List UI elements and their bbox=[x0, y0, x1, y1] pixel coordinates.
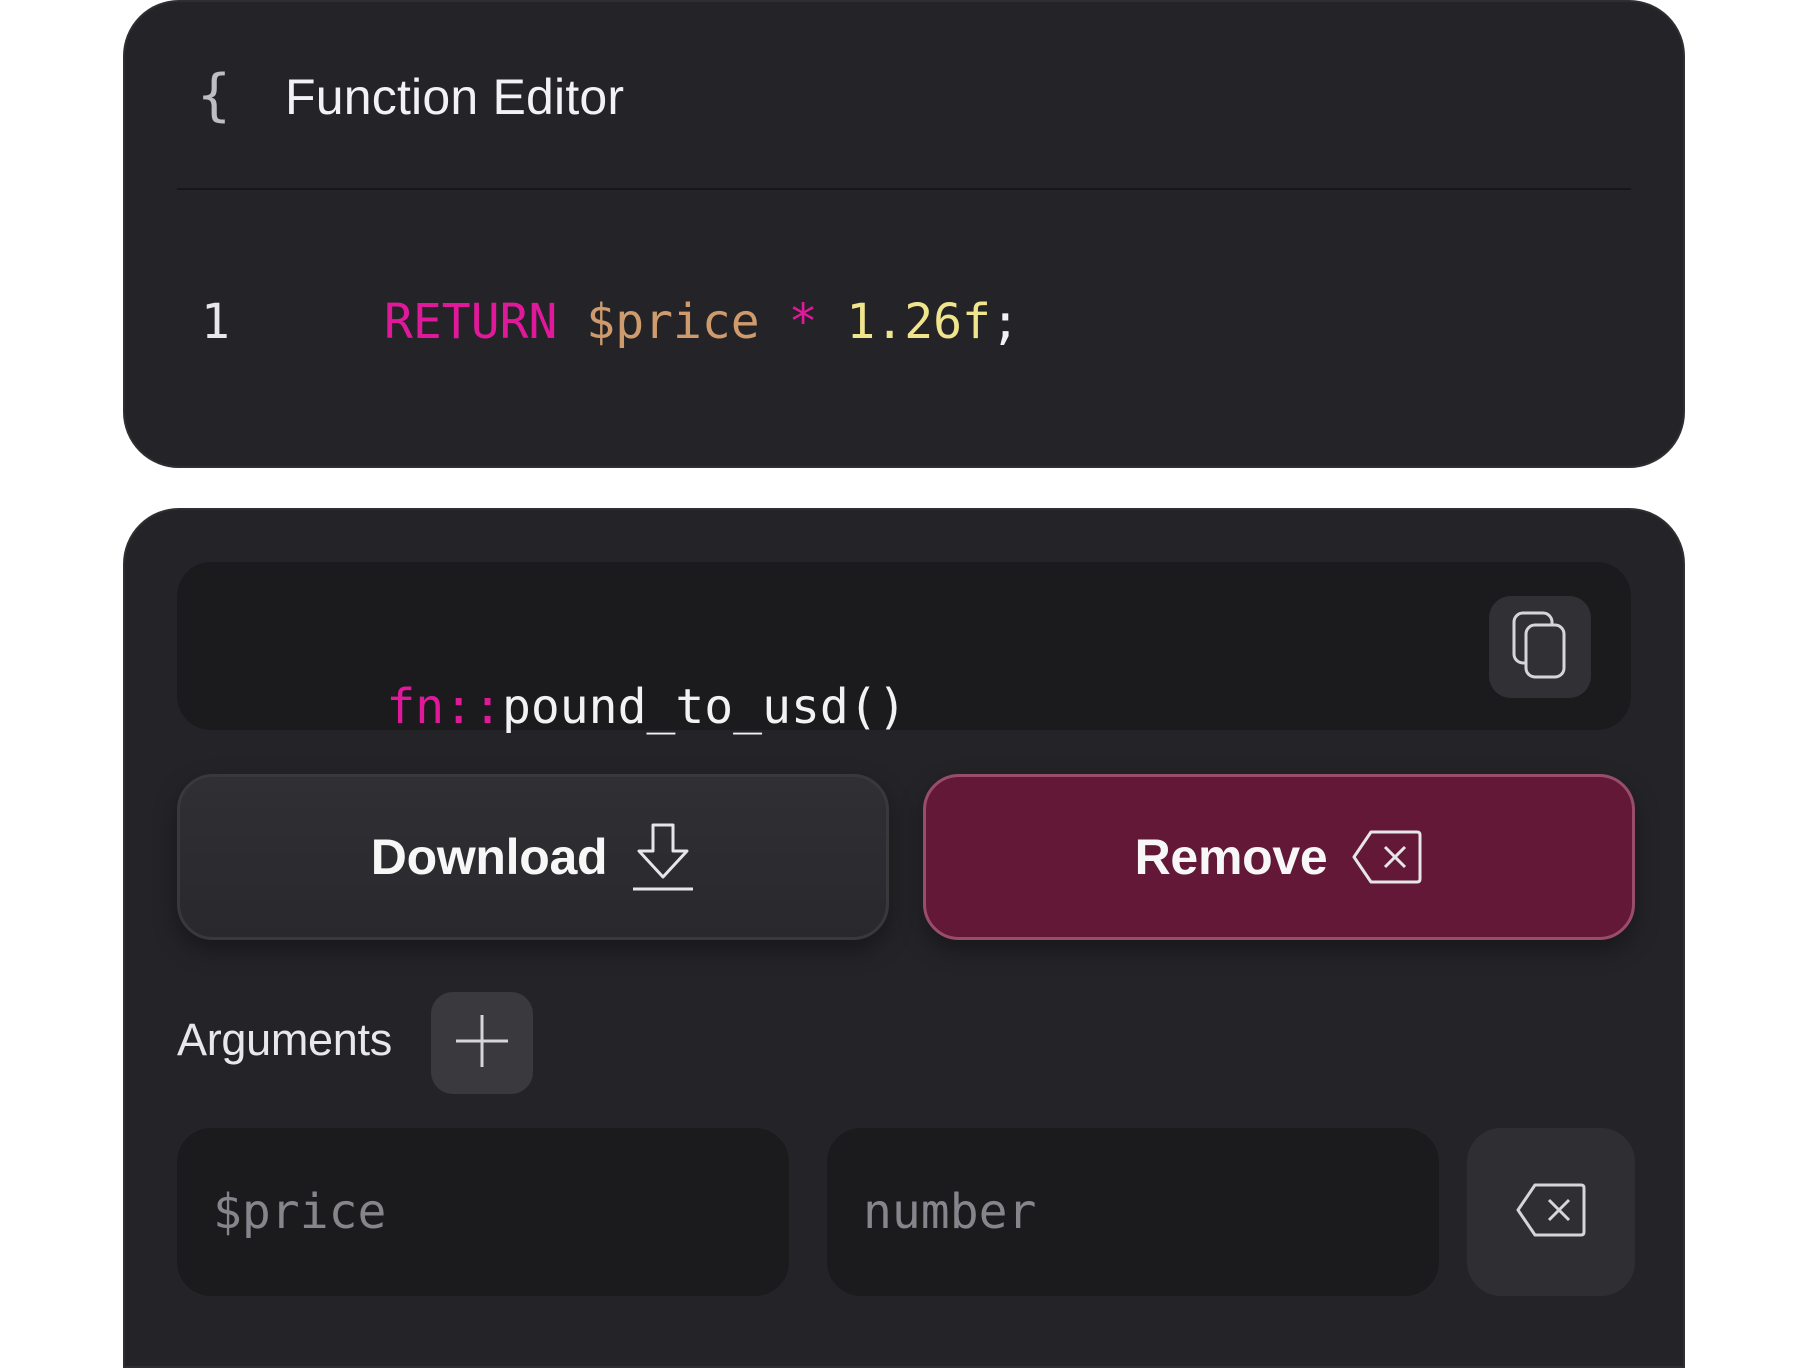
signature-prefix: fn:: bbox=[386, 679, 502, 735]
line-number: 1 bbox=[201, 294, 230, 350]
header-divider bbox=[177, 188, 1631, 190]
signature-name: pound_to_usd() bbox=[501, 679, 907, 735]
delete-argument-button[interactable] bbox=[1467, 1128, 1635, 1296]
function-signature[interactable]: fn::pound_to_usd() bbox=[213, 614, 907, 800]
backspace-icon bbox=[1351, 829, 1423, 885]
editor-title: Function Editor bbox=[285, 69, 625, 125]
remove-label: Remove bbox=[1134, 829, 1328, 885]
download-label: Download bbox=[370, 829, 608, 885]
editor-header: { Function Editor bbox=[179, 60, 624, 134]
code-terminator: ; bbox=[990, 294, 1020, 350]
copy-button[interactable] bbox=[1489, 596, 1591, 698]
argument-type-input[interactable] bbox=[827, 1128, 1439, 1296]
backspace-icon bbox=[1515, 1182, 1587, 1243]
download-icon bbox=[631, 821, 695, 893]
plus-icon bbox=[454, 1013, 510, 1074]
svg-text:{: { bbox=[197, 63, 231, 128]
code-keyword: RETURN bbox=[384, 294, 558, 350]
add-argument-button[interactable] bbox=[431, 992, 533, 1094]
code-operator: * bbox=[788, 294, 818, 350]
code-variable: $price bbox=[586, 294, 760, 350]
function-editor-panel: { Function Editor 1 RETURN $price * 1.26f… bbox=[123, 0, 1685, 468]
remove-button[interactable]: Remove bbox=[923, 774, 1635, 940]
code-number: 1.26f bbox=[846, 294, 991, 350]
braces-icon: { bbox=[179, 62, 249, 132]
arguments-label: Arguments bbox=[177, 1014, 392, 1065]
download-button[interactable]: Download bbox=[177, 774, 889, 940]
copy-icon bbox=[1510, 609, 1570, 686]
function-details-panel: fn::pound_to_usd() Download Remove Argum… bbox=[123, 508, 1685, 1368]
function-signature-box: fn::pound_to_usd() bbox=[177, 562, 1631, 735]
argument-name-input[interactable] bbox=[177, 1128, 789, 1296]
code-line[interactable]: 1 RETURN $price * 1.26f; bbox=[201, 290, 1020, 354]
